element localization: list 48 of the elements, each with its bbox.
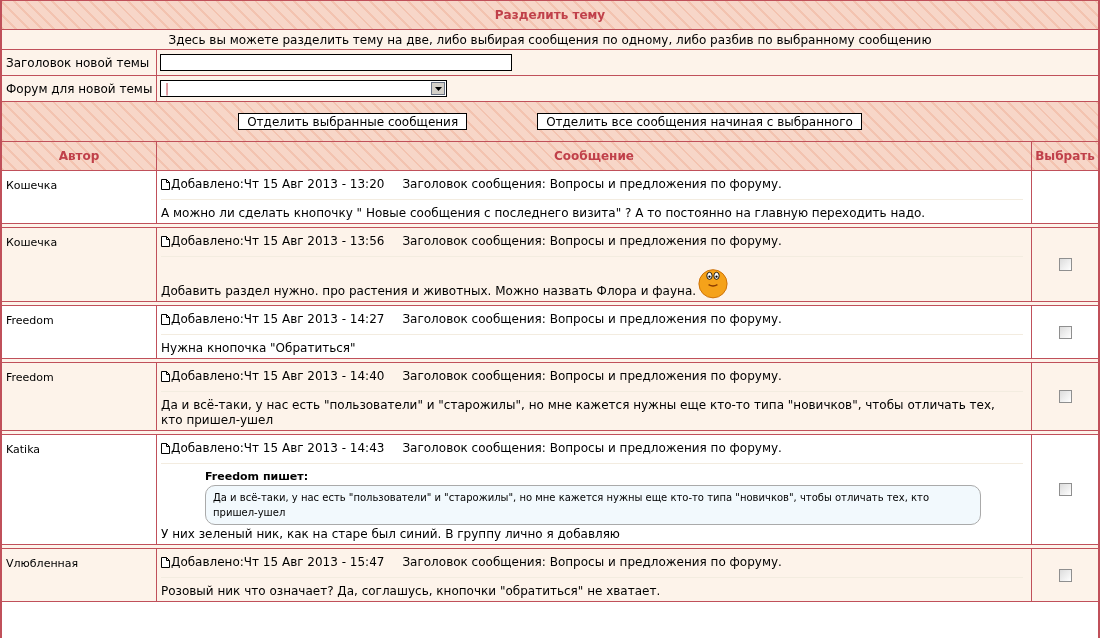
split-button[interactable]: Отделить все сообщения начиная с выбранного (537, 113, 862, 130)
author-name: Katika (6, 443, 41, 456)
author-name: Freedom (6, 314, 54, 327)
document-icon (161, 178, 170, 190)
column-header: Выбрать (1035, 148, 1095, 165)
select-checkbox[interactable] (1058, 568, 1072, 582)
post-subject: Заголовок сообщения: Вопросы и предложения по форуму. (402, 554, 782, 571)
post-text: У них зеленый ник, как на старе был синий. В группу лично я добавляю (161, 527, 621, 542)
post-subject: Заголовок сообщения: Вопросы и предложения по форуму. (402, 233, 782, 250)
quote-author: Freedom пишет: (205, 470, 310, 484)
post-subject: Заголовок сообщения: Вопросы и предложения по форуму. (402, 440, 782, 457)
column-header: Автор (58, 148, 100, 165)
description-text: Здесь вы можете разделить тему на две, либо выбирая сообщения по одному, либо разбив по выбранному сообщению (168, 31, 932, 49)
author-name: Freedom (6, 371, 54, 384)
select-checkbox[interactable] (1058, 483, 1072, 496)
post-date: Добавлено:Чт 15 Авг 2013 - 14:27 (171, 311, 385, 328)
post-subject: Заголовок сообщения: Вопросы и предложения по форуму. (402, 311, 782, 328)
split-button[interactable]: Отделить выбранные сообщения (238, 113, 468, 130)
field-label: Заголовок новой темы (6, 54, 150, 72)
document-icon (161, 235, 170, 247)
author-name: Кошечка (6, 179, 58, 192)
post-text: А можно ли сделать кнопочку " Новые сообщения с последнего визита" ? А то постоянно на главную переходить надо. (161, 206, 927, 221)
text-field[interactable] (160, 54, 512, 71)
document-icon (161, 370, 170, 382)
select-checkbox[interactable] (1058, 258, 1072, 271)
post-subject: Заголовок сообщения: Вопросы и предложения по форуму. (402, 176, 782, 193)
forum-select[interactable]: | (160, 80, 447, 97)
quote-block: Да и всё-таки, у нас есть "пользователи" и "старожилы", но мне кажется нужны еще кто-то типа "новичков", чтобы отличать тех, кто пришел-ушел (205, 485, 981, 525)
post-date: Добавлено:Чт 15 Авг 2013 - 14:40 (171, 368, 385, 385)
author-name: Кошечка (6, 236, 58, 249)
column-header: Сообщение (554, 148, 634, 165)
post-text: Нужна кнопочка "Обратиться" (161, 341, 357, 356)
field-label: Форум для новой темы (6, 80, 153, 98)
post-date: Добавлено:Чт 15 Авг 2013 - 13:56 (171, 233, 385, 250)
post-date: Добавлено:Чт 15 Авг 2013 - 14:43 (171, 440, 385, 457)
post-text: Да и всё-таки, у нас есть "пользователи" и "старожилы", но мне кажется нужны еще кто-то типа "новичков", чтобы отличать тех, кто пришел-ушел (161, 398, 996, 428)
select-checkbox[interactable] (1058, 390, 1072, 403)
select-checkbox[interactable] (1058, 325, 1072, 339)
document-icon (161, 313, 170, 325)
document-icon (161, 556, 170, 568)
author-name: Vлюбленная (6, 557, 79, 570)
post-date: Добавлено:Чт 15 Авг 2013 - 13:20 (171, 176, 385, 193)
post-text: Розовый ник что означает? Да, соглашусь, кнопочки "обратиться" не хватает. (161, 584, 662, 599)
page-title: Разделить тему (494, 7, 606, 24)
document-icon (161, 442, 170, 454)
post-date: Добавлено:Чт 15 Авг 2013 - 15:47 (171, 554, 385, 571)
post-subject: Заголовок сообщения: Вопросы и предложения по форуму. (402, 368, 782, 385)
post-text: Добавить раздел нужно. про растения и животных. Можно назвать Флора и фауна. (161, 284, 697, 299)
